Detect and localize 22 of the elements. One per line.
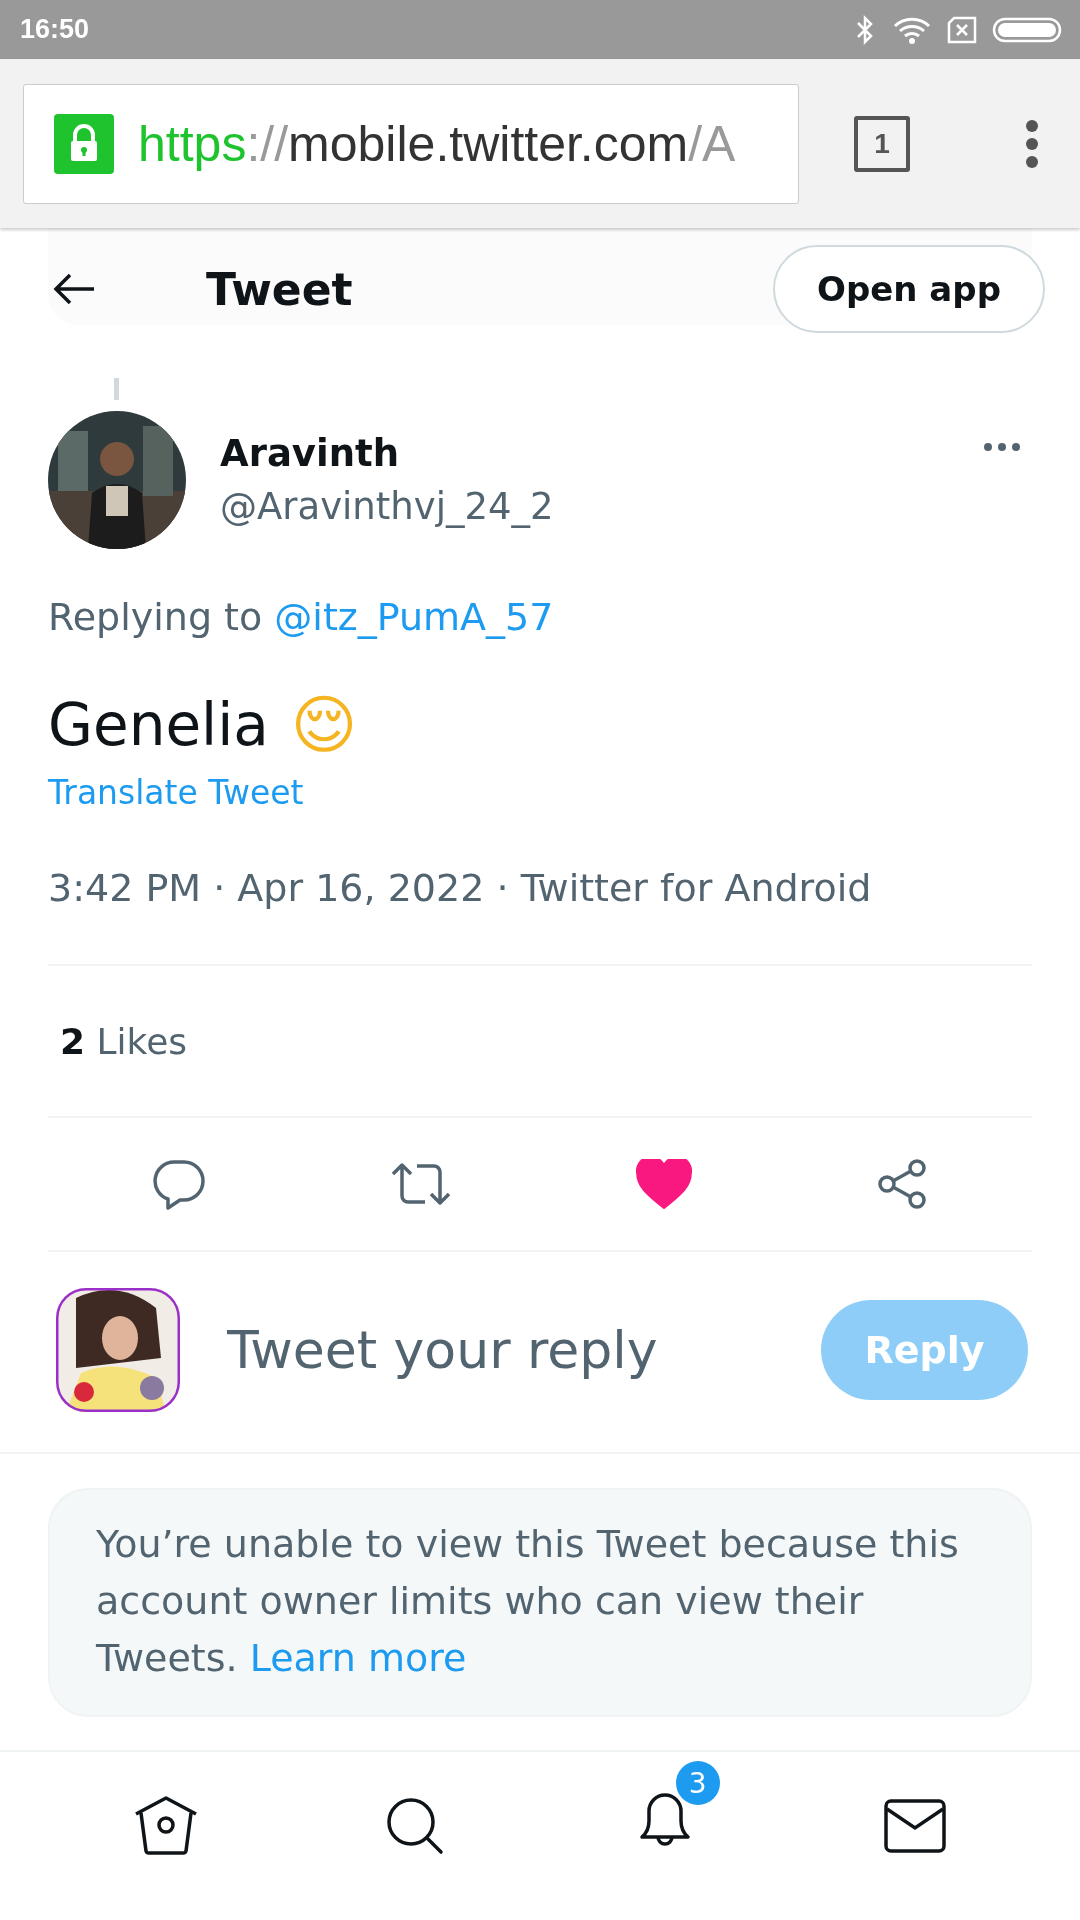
sim-card-icon <box>946 14 978 45</box>
reply-icon[interactable] <box>151 1158 206 1210</box>
relieved-face-emoji: 😌 <box>290 693 358 757</box>
author-name[interactable]: Aravinth <box>220 432 554 475</box>
mail-icon[interactable] <box>883 1798 948 1854</box>
back-arrow-icon[interactable] <box>52 272 96 306</box>
tab-count-button[interactable]: 1 <box>854 115 910 172</box>
likes-count[interactable]: 2 Likes <box>0 966 1080 1116</box>
page-title: Tweet <box>206 263 353 315</box>
clock: 16:50 <box>20 14 90 45</box>
timestamp: 3:42 PM · Apr 16, 2022 · Twitter for Android <box>47 865 873 910</box>
replying-label: Replying to <box>48 595 263 639</box>
tweet-text: Genelia <box>48 691 269 759</box>
more-icon[interactable] <box>982 441 1022 453</box>
author-handle[interactable]: @Aravinthvj_24_2 <box>220 485 554 528</box>
lock-icon <box>54 113 114 174</box>
heart-icon[interactable] <box>635 1159 692 1209</box>
home-icon[interactable] <box>132 1795 199 1857</box>
notice-text: You’re unable to view this Tweet because this account owner limits who can view their Tweets. Learn more <box>96 1521 960 1682</box>
url-field[interactable]: https://mobile.twitter.com/A <box>23 83 799 204</box>
notification-badge: 3 <box>675 1761 720 1805</box>
open-app-button[interactable]: Open app <box>773 245 1045 333</box>
